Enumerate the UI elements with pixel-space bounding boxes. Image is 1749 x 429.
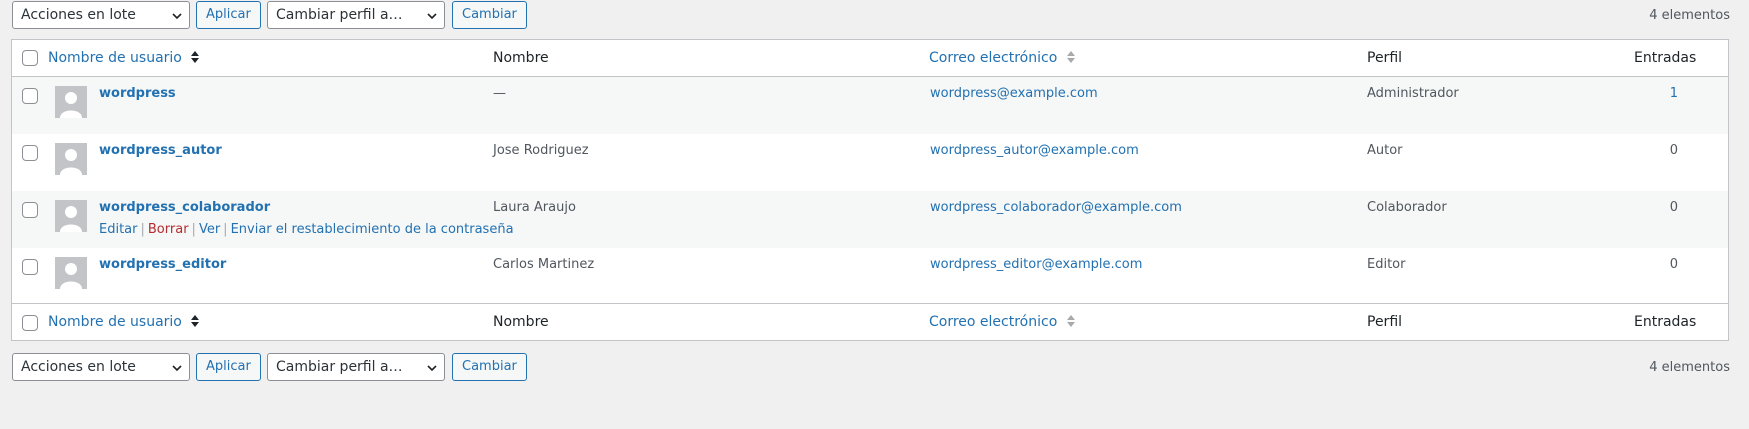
user-email-link[interactable]: wordpress_colaborador@example.com [930, 200, 1182, 215]
sort-arrows-icon [191, 315, 200, 327]
table-header: Nombre de usuario Nombre Correo electrón… [12, 40, 1728, 77]
table-row: wordpress_autor Jose Rodriguez wordpress… [12, 134, 1728, 191]
change-role-label: Cambiar perfil a… [276, 7, 403, 23]
select-all-checkbox[interactable] [22, 50, 38, 66]
bulk-actions-label: Acciones en lote [21, 359, 136, 375]
select-all-checkbox[interactable] [22, 315, 38, 331]
separator: | [140, 222, 145, 237]
column-username-sort[interactable]: Nombre de usuario [48, 304, 200, 340]
column-email-label: Correo electrónico [929, 314, 1058, 330]
chevron-down-icon [427, 13, 437, 20]
column-role-label: Perfil [1367, 314, 1403, 330]
chevron-down-icon [172, 13, 182, 20]
items-count: 4 elementos [1649, 8, 1730, 23]
separator: | [223, 222, 228, 237]
column-name-label: Nombre [493, 314, 549, 330]
user-posts: 0 [1669, 143, 1678, 158]
user-email-link[interactable]: wordpress_autor@example.com [930, 143, 1139, 158]
user-name: Jose Rodriguez [493, 143, 589, 158]
bulk-actions-select[interactable]: Acciones en lote [12, 1, 190, 29]
delete-link[interactable]: Borrar [148, 222, 189, 237]
default-avatar-icon [55, 257, 87, 289]
edit-link[interactable]: Editar [99, 222, 138, 237]
separator: | [191, 222, 196, 237]
row-checkbox[interactable] [22, 259, 38, 275]
user-role: Autor [1367, 143, 1403, 158]
users-table: Nombre de usuario Nombre Correo electrón… [11, 39, 1729, 341]
username-link[interactable]: wordpress_colaborador [99, 200, 270, 215]
apply-button[interactable]: Aplicar [196, 353, 261, 381]
user-posts: 0 [1669, 200, 1678, 215]
column-posts-label: Entradas [1634, 314, 1697, 330]
user-posts-link[interactable]: 1 [1662, 86, 1678, 101]
default-avatar-icon [55, 200, 87, 232]
column-name-label: Nombre [493, 50, 549, 66]
column-email-label: Correo electrónico [929, 50, 1058, 66]
bulk-actions-label: Acciones en lote [21, 7, 136, 23]
column-username-label: Nombre de usuario [48, 50, 182, 66]
user-posts: 0 [1669, 257, 1678, 272]
chevron-down-icon [427, 365, 437, 372]
username-link[interactable]: wordpress_autor [99, 143, 222, 158]
apply-button[interactable]: Aplicar [196, 1, 261, 29]
sort-arrows-icon [191, 51, 200, 63]
sort-arrows-icon [1066, 51, 1075, 63]
change-role-button[interactable]: Cambiar [452, 353, 527, 381]
user-name: — [493, 86, 506, 101]
tablenav-bottom: Acciones en lote Aplicar Cambiar perfil … [12, 353, 1730, 383]
sort-arrows-icon [1066, 315, 1075, 327]
user-role: Editor [1367, 257, 1406, 272]
table-row: wordpress_editor Carlos Martinez wordpre… [12, 248, 1728, 305]
column-username-sort[interactable]: Nombre de usuario [48, 40, 200, 76]
table-row: wordpress — wordpress@example.com Admini… [12, 77, 1728, 134]
change-role-select[interactable]: Cambiar perfil a… [267, 1, 445, 29]
user-role: Administrador [1367, 86, 1459, 101]
row-actions: Editar | Borrar | Ver | Enviar el restablecimi… [99, 222, 514, 237]
view-link[interactable]: Ver [199, 222, 220, 237]
table-footer: Nombre de usuario Nombre Correo electrón… [12, 303, 1728, 340]
user-email-link[interactable]: wordpress_editor@example.com [930, 257, 1142, 272]
user-name: Laura Araujo [493, 200, 576, 215]
tablenav-top: Acciones en lote Aplicar Cambiar perfil … [12, 1, 1730, 31]
items-count: 4 elementos [1649, 360, 1730, 375]
username-link[interactable]: wordpress_editor [99, 257, 226, 272]
username-link[interactable]: wordpress [99, 86, 176, 101]
row-checkbox[interactable] [22, 88, 38, 104]
user-role: Colaborador [1367, 200, 1447, 215]
change-role-select[interactable]: Cambiar perfil a… [267, 353, 445, 381]
column-posts-label: Entradas [1634, 50, 1697, 66]
column-email-sort[interactable]: Correo electrónico [929, 304, 1076, 340]
table-row: wordpress_colaborador Editar | Borrar | Ver |… [12, 191, 1728, 248]
chevron-down-icon [172, 365, 182, 372]
change-role-button[interactable]: Cambiar [452, 1, 527, 29]
bulk-actions-select[interactable]: Acciones en lote [12, 353, 190, 381]
default-avatar-icon [55, 143, 87, 175]
column-username-label: Nombre de usuario [48, 314, 182, 330]
row-checkbox[interactable] [22, 145, 38, 161]
default-avatar-icon [55, 86, 87, 118]
change-role-label: Cambiar perfil a… [276, 359, 403, 375]
column-email-sort[interactable]: Correo electrónico [929, 40, 1076, 76]
column-role-label: Perfil [1367, 50, 1403, 66]
user-email-link[interactable]: wordpress@example.com [930, 86, 1098, 101]
user-name: Carlos Martinez [493, 257, 595, 272]
row-checkbox[interactable] [22, 202, 38, 218]
reset-password-link[interactable]: Enviar el restablecimiento de la contras… [231, 222, 514, 237]
